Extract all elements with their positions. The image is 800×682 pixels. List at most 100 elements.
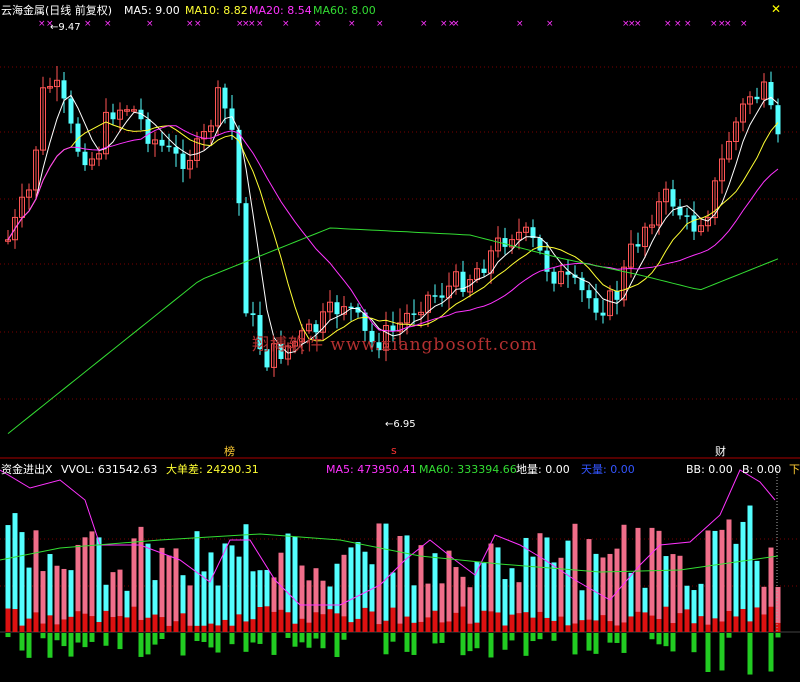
flow-bar-base bbox=[208, 623, 214, 632]
flow-bar bbox=[376, 523, 382, 632]
flow-bar-base bbox=[509, 614, 515, 632]
signal-marker: × bbox=[420, 19, 428, 29]
signal-marker: × bbox=[684, 19, 692, 29]
flow-bar-negative bbox=[47, 633, 53, 658]
flow-bar-base bbox=[47, 615, 53, 632]
flow-bar-base bbox=[194, 625, 200, 632]
diliang-readout: 地量: 0.00 bbox=[516, 463, 570, 476]
flow-bar-base bbox=[740, 608, 746, 632]
flow-bar-base bbox=[26, 618, 32, 632]
flow-bar-base bbox=[670, 623, 676, 632]
flow-bar-negative bbox=[621, 633, 627, 653]
flow-bar-base bbox=[327, 609, 333, 632]
flow-bar-base bbox=[684, 609, 690, 632]
flow-bar-base bbox=[61, 619, 67, 632]
candle-body-down bbox=[551, 271, 557, 284]
flow-bar-negative bbox=[68, 633, 74, 657]
flow-bar-base bbox=[705, 624, 711, 632]
flow-bar-negative bbox=[523, 633, 529, 656]
candle-body-down bbox=[222, 87, 228, 109]
flow-bar-negative bbox=[726, 633, 732, 638]
flow-bar-negative bbox=[215, 633, 221, 653]
flow-bar bbox=[502, 579, 508, 632]
flow-bar-negative bbox=[390, 633, 396, 642]
candle-body-down bbox=[684, 215, 690, 217]
flow-bar bbox=[621, 524, 627, 632]
flow-bar-negative bbox=[89, 633, 95, 642]
flow-bar-base bbox=[40, 623, 46, 632]
flow-bar bbox=[292, 536, 298, 632]
flow-bar bbox=[54, 565, 60, 632]
flow-bar-base bbox=[607, 621, 613, 632]
flow-bar-base bbox=[425, 617, 431, 632]
vvol-readout: VVOL: 631542.63 bbox=[61, 463, 158, 476]
flow-bar-base bbox=[481, 610, 487, 632]
event-mark-s[interactable]: s bbox=[391, 444, 397, 458]
flow-bar-base bbox=[579, 620, 585, 632]
flow-bar bbox=[747, 505, 753, 632]
flow-bar-negative bbox=[572, 633, 578, 655]
flow-bar-negative bbox=[313, 633, 319, 639]
flow-bar bbox=[712, 530, 718, 632]
flow-bar-negative bbox=[292, 633, 298, 647]
flow-bar-negative bbox=[341, 633, 347, 640]
flow-bar-base bbox=[698, 616, 704, 632]
close-icon[interactable]: ✕ bbox=[771, 2, 781, 16]
flow-bar bbox=[418, 545, 424, 632]
tianliang-readout: 天量: 0.00 bbox=[581, 463, 635, 476]
flow-bar-base bbox=[404, 616, 410, 632]
flow-bar-base bbox=[453, 612, 459, 632]
candle-body-down bbox=[670, 189, 676, 207]
signal-marker: × bbox=[376, 19, 384, 29]
candle-body-down bbox=[166, 145, 172, 148]
signal-marker: × bbox=[546, 19, 554, 29]
candle-body-down bbox=[82, 151, 88, 166]
candle-body-down bbox=[600, 312, 606, 316]
flow-bar-base bbox=[376, 624, 382, 632]
flow-bar-negative bbox=[250, 633, 256, 643]
candle-body-down bbox=[334, 302, 340, 315]
flow-bar bbox=[607, 553, 613, 632]
flow-bar-base bbox=[397, 623, 403, 632]
flow-bar-base bbox=[278, 609, 284, 632]
flow-bar-negative bbox=[229, 633, 235, 645]
event-mark-cai[interactable]: 财 bbox=[715, 445, 726, 459]
candle-body-down bbox=[614, 290, 620, 300]
flow-bar-negative bbox=[747, 633, 753, 675]
signal-marker: × bbox=[634, 19, 642, 29]
flow-bar-negative bbox=[551, 633, 557, 641]
flow-bar bbox=[208, 552, 214, 632]
lower-title: 资金进出X bbox=[1, 463, 53, 476]
flow-bar-base bbox=[110, 616, 116, 632]
watermark: 翔博软件 www.xiangbosoft.com bbox=[252, 335, 538, 355]
signal-marker: × bbox=[740, 19, 748, 29]
flow-bar-base bbox=[355, 618, 361, 632]
flow-bar-base bbox=[565, 625, 571, 632]
flow-bar-negative bbox=[117, 633, 123, 650]
event-mark-bang[interactable]: 榜 bbox=[224, 445, 235, 459]
flow-bar-base bbox=[677, 613, 683, 632]
flow-bar bbox=[348, 547, 354, 632]
flow-bar-base bbox=[103, 610, 109, 632]
high-price-marker: ←9.47 bbox=[50, 22, 81, 33]
flow-bar-base bbox=[733, 616, 739, 632]
flow-bar-base bbox=[663, 606, 669, 632]
flow-bar-base bbox=[117, 616, 123, 632]
flow-bar-negative bbox=[299, 633, 305, 643]
signal-marker: × bbox=[194, 19, 202, 29]
flow-bar-base bbox=[628, 616, 634, 632]
dadancha-readout: 大单差: 24290.31 bbox=[166, 463, 259, 476]
flow-bar-negative bbox=[649, 633, 655, 640]
flow-bar-base bbox=[474, 622, 480, 632]
candle-body-down bbox=[754, 96, 760, 100]
flow-bar bbox=[166, 555, 172, 632]
flow-bar-base bbox=[292, 623, 298, 632]
flow-bar-negative bbox=[19, 633, 25, 651]
signal-marker: × bbox=[516, 19, 524, 29]
flow-bar-negative bbox=[103, 633, 109, 646]
signal-marker: × bbox=[282, 19, 290, 29]
flow-bar-base bbox=[635, 611, 641, 632]
flow-bar-base bbox=[243, 621, 249, 632]
candle-body-down bbox=[775, 105, 781, 135]
lower-arrow[interactable]: 下 bbox=[789, 463, 800, 477]
